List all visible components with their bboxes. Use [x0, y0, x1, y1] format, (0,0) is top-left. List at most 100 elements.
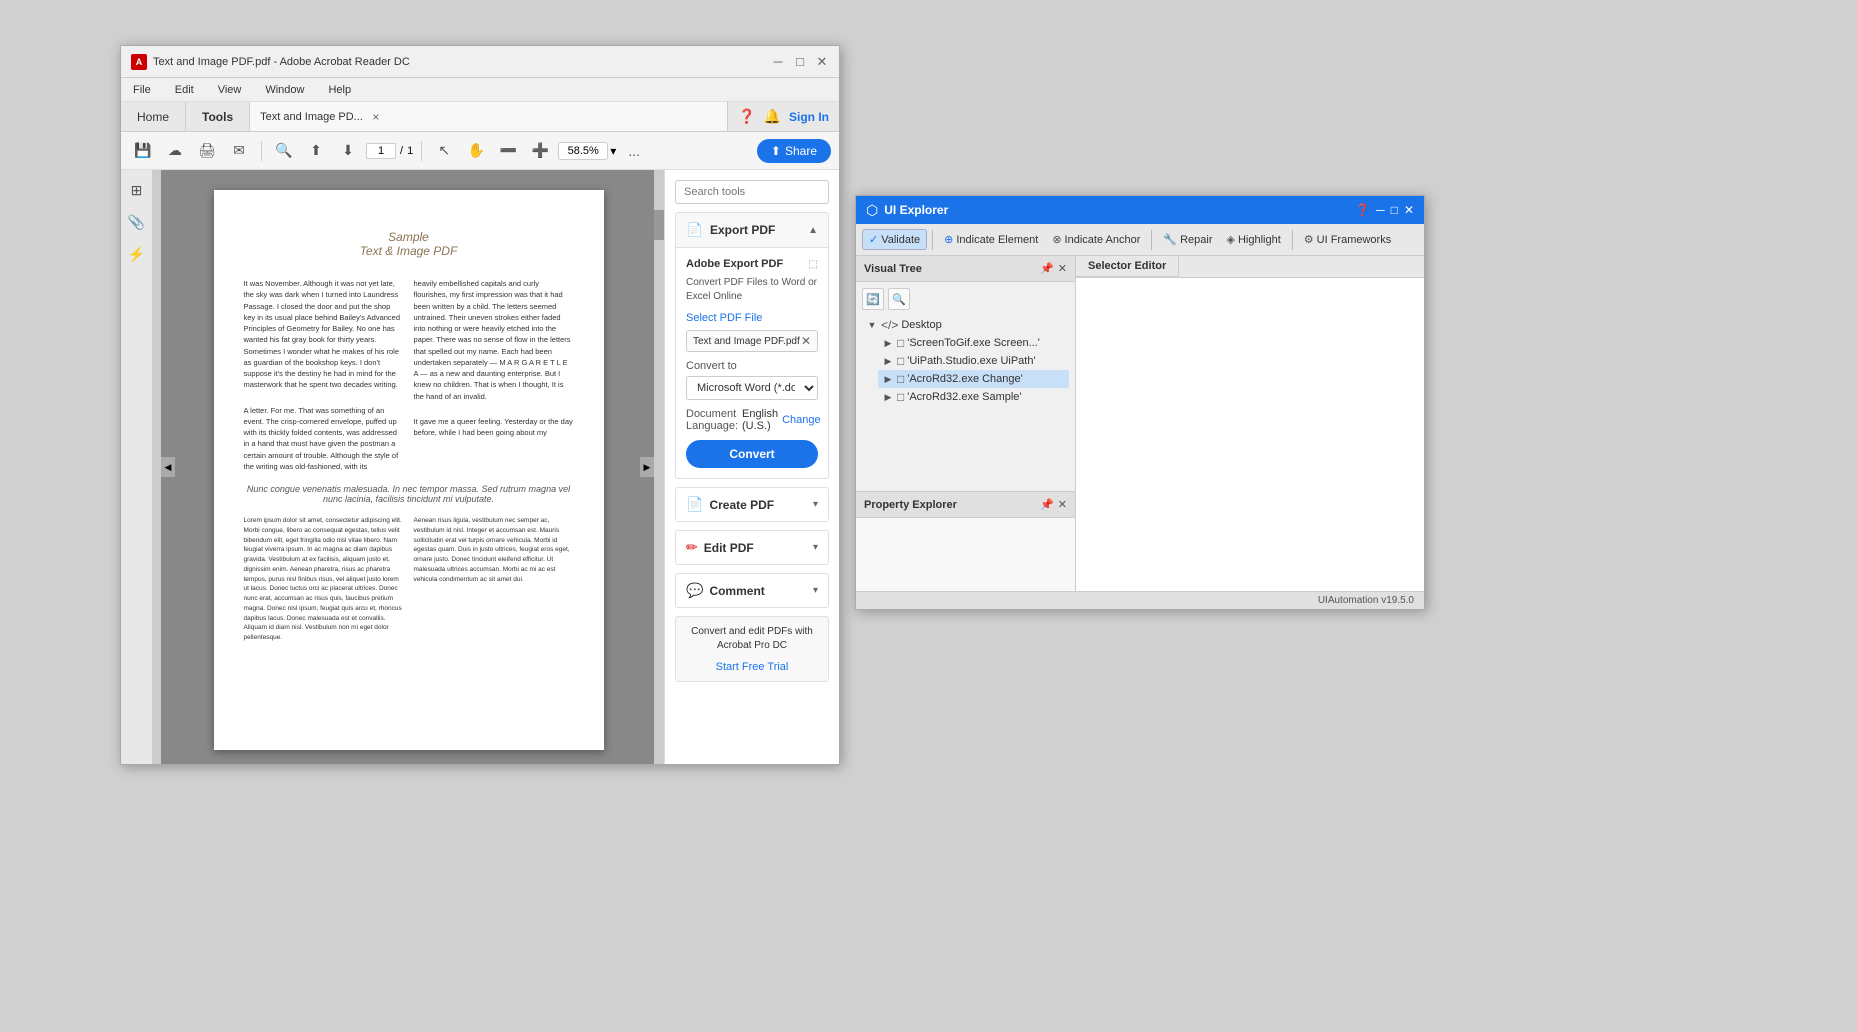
- tree-item-screentogif[interactable]: ▶ □ 'ScreenToGif.exe Screen...': [878, 334, 1069, 352]
- ui-maximize-button[interactable]: □: [1391, 203, 1398, 217]
- tree-expand-uipath[interactable]: ▶: [882, 355, 894, 367]
- indicate-anchor-button[interactable]: ⊗ Indicate Anchor: [1046, 230, 1146, 249]
- export-pdf-header[interactable]: 📄 Export PDF ▲: [676, 213, 828, 248]
- tree-item-acro-change[interactable]: ▶ □ 'AcroRd32.exe Change': [878, 370, 1069, 388]
- pdf-columns-bottom: Lorem ipsum dolor sit amet, consectetur …: [244, 516, 574, 643]
- indicate-element-button[interactable]: ⊕ Indicate Element: [938, 230, 1044, 249]
- export-pdf-more-icon[interactable]: ⬚: [809, 259, 818, 270]
- doc-lang-value: English (U.S.): [742, 408, 778, 432]
- tree-expand-acro-change[interactable]: ▶: [882, 373, 894, 385]
- pdf-scrollbar-thumb[interactable]: [654, 210, 664, 240]
- visual-tree-pin-btn[interactable]: 📌: [1040, 262, 1054, 275]
- tab-document-close[interactable]: ×: [369, 110, 383, 124]
- ui-explorer-window: ⬡ UI Explorer ❓ ─ □ ✕ ✓ Validate ⊕ Indic…: [855, 195, 1425, 610]
- ui-explorer-controls: ❓ ─ □ ✕: [1355, 203, 1414, 217]
- pdf-title-line1: Sample: [244, 230, 574, 244]
- edit-pdf-section: ✏ Edit PDF ▾: [675, 530, 829, 565]
- more-options-button[interactable]: ...: [620, 137, 648, 165]
- notification-icon[interactable]: 🔔: [764, 108, 781, 125]
- select-pdf-link[interactable]: Select PDF File: [686, 312, 818, 324]
- email-button[interactable]: ✉: [225, 137, 253, 165]
- ui-explorer-icon: ⬡: [866, 202, 878, 219]
- minimize-button[interactable]: ─: [771, 55, 785, 69]
- layers-icon[interactable]: ⚡: [125, 242, 149, 266]
- adobe-export-title: Adobe Export PDF: [686, 258, 783, 270]
- help-icon[interactable]: ❓: [738, 108, 755, 125]
- prop-pin-btn[interactable]: 📌: [1040, 498, 1054, 511]
- pdf-col-right: heavily embellished capitals and curly f…: [414, 278, 574, 472]
- hand-tool-button[interactable]: ✋: [462, 137, 490, 165]
- validate-button[interactable]: ✓ Validate: [862, 229, 927, 250]
- tab-tools[interactable]: Tools: [186, 102, 250, 131]
- search-tools-input[interactable]: [675, 180, 829, 204]
- menu-view[interactable]: View: [214, 82, 246, 98]
- tab-document[interactable]: Text and Image PD... ×: [250, 102, 728, 131]
- tree-expand-screentogif[interactable]: ▶: [882, 337, 894, 349]
- ui-frameworks-label: UI Frameworks: [1317, 234, 1392, 246]
- menu-edit[interactable]: Edit: [171, 82, 198, 98]
- ui-minimize-button[interactable]: ─: [1376, 203, 1385, 217]
- zoom-in-button[interactable]: ➕: [526, 137, 554, 165]
- tree-desktop-label: Desktop: [901, 319, 941, 331]
- ui-close-button[interactable]: ✕: [1404, 203, 1414, 217]
- tab-home[interactable]: Home: [121, 102, 186, 131]
- print-button[interactable]: 🖨: [193, 137, 221, 165]
- attachments-icon[interactable]: 📎: [125, 210, 149, 234]
- pdf-collapse-left[interactable]: ◀: [161, 457, 175, 477]
- select-tool-button[interactable]: ↖: [430, 137, 458, 165]
- zoom-display[interactable]: 58.5%: [558, 142, 608, 160]
- page-separator: /: [400, 145, 403, 157]
- pdf-scrollbar[interactable]: [654, 170, 664, 764]
- ui-toolbar-sep-3: [1292, 230, 1293, 250]
- close-button[interactable]: ✕: [815, 55, 829, 69]
- next-page-button[interactable]: ⬇: [334, 137, 362, 165]
- file-remove-button[interactable]: ✕: [801, 334, 811, 348]
- edit-pdf-header[interactable]: ✏ Edit PDF ▾: [676, 531, 828, 564]
- pdf-expand-right[interactable]: ▶: [640, 457, 654, 477]
- highlight-button[interactable]: ◈ Highlight: [1220, 230, 1286, 249]
- tree-acro-change-label: 'AcroRd32.exe Change': [907, 373, 1023, 385]
- pro-banner-text: Convert and edit PDFs with Acrobat Pro D…: [684, 625, 820, 653]
- indicate-element-icon: ⊕: [944, 233, 953, 246]
- menu-window[interactable]: Window: [261, 82, 308, 98]
- prop-close-btn[interactable]: ✕: [1058, 498, 1067, 511]
- pdf-title: Sample Text & Image PDF: [244, 230, 574, 258]
- menu-help[interactable]: Help: [324, 82, 355, 98]
- tree-item-desktop[interactable]: ▼ </> Desktop: [862, 316, 1069, 334]
- zoom-out-button[interactable]: ➖: [494, 137, 522, 165]
- tree-uipath-label: 'UiPath.Studio.exe UiPath': [907, 355, 1035, 367]
- tree-search-btn[interactable]: 🔍: [888, 288, 910, 310]
- pages-icon[interactable]: ⊞: [125, 178, 149, 202]
- zoom-dropdown-icon[interactable]: ▾: [610, 144, 616, 158]
- create-pdf-header[interactable]: 📄 Create PDF ▾: [676, 488, 828, 521]
- doc-lang-change[interactable]: Change: [782, 414, 821, 426]
- tree-expand-desktop[interactable]: ▼: [866, 319, 878, 331]
- convert-button[interactable]: Convert: [686, 440, 818, 468]
- start-free-trial-link[interactable]: Start Free Trial: [716, 661, 789, 673]
- property-explorer-label: Property Explorer: [864, 499, 957, 511]
- ui-help-button[interactable]: ❓: [1355, 203, 1370, 217]
- tree-expand-acro-sample[interactable]: ▶: [882, 391, 894, 403]
- page-number-input[interactable]: [366, 143, 396, 159]
- visual-tree-close-btn[interactable]: ✕: [1058, 262, 1067, 275]
- search-button[interactable]: 🔍: [270, 137, 298, 165]
- save-button[interactable]: 💾: [129, 137, 157, 165]
- tree-item-uipath[interactable]: ▶ □ 'UiPath.Studio.exe UiPath': [878, 352, 1069, 370]
- menu-file[interactable]: File: [129, 82, 155, 98]
- title-bar-controls: ─ □ ✕: [771, 55, 829, 69]
- tree-refresh-btn[interactable]: 🔄: [862, 288, 884, 310]
- comment-header[interactable]: 💬 Comment ▾: [676, 574, 828, 607]
- pdf-viewer[interactable]: Sample Text & Image PDF It was November.…: [153, 170, 664, 764]
- selector-editor-tab[interactable]: Selector Editor: [1076, 256, 1179, 277]
- share-button[interactable]: ⬆ Share: [757, 139, 831, 163]
- ui-explorer-body: Visual Tree 📌 ✕ 🔄 🔍 ▼ </> Desktop: [856, 256, 1424, 591]
- prev-page-button[interactable]: ⬆: [302, 137, 330, 165]
- maximize-button[interactable]: □: [793, 55, 807, 69]
- upload-button[interactable]: ☁: [161, 137, 189, 165]
- ui-statusbar: UIAutomation v19.5.0: [856, 591, 1424, 609]
- ui-frameworks-button[interactable]: ⚙ UI Frameworks: [1298, 230, 1397, 249]
- convert-to-select[interactable]: Microsoft Word (*.docx): [686, 376, 818, 400]
- repair-button[interactable]: 🔧 Repair: [1157, 230, 1218, 249]
- sign-in-button[interactable]: Sign In: [789, 110, 829, 124]
- tree-item-acro-sample[interactable]: ▶ □ 'AcroRd32.exe Sample': [878, 388, 1069, 406]
